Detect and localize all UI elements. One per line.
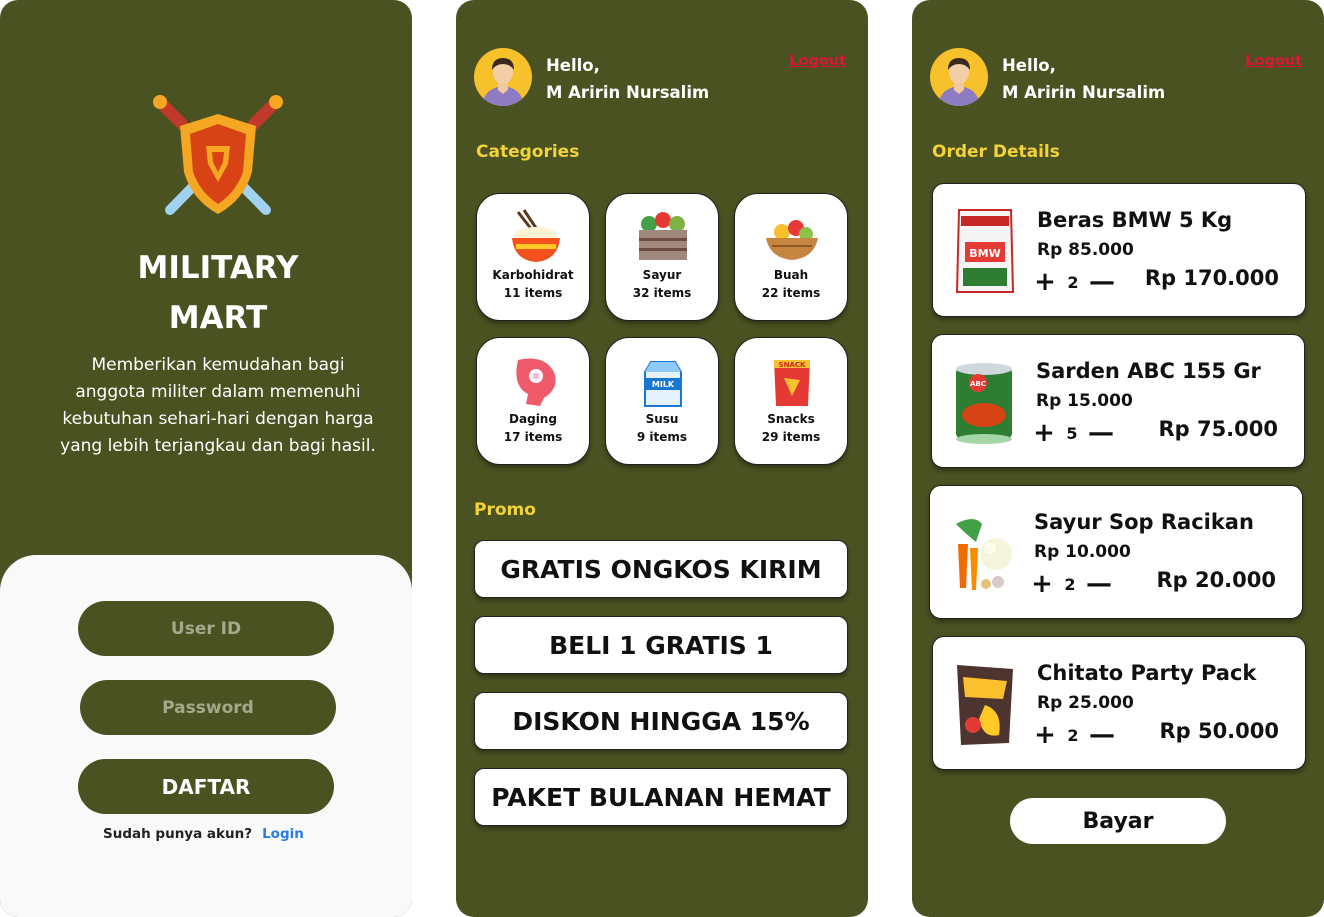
category-buah[interactable]: Buah 22 items: [734, 193, 848, 321]
hello-text: Hello,: [1002, 56, 1056, 75]
category-susu[interactable]: MILK Susu 9 items: [605, 337, 719, 465]
category-name: Karbohidrat: [492, 268, 574, 282]
category-daging[interactable]: Daging 17 items: [476, 337, 590, 465]
category-name: Daging: [509, 412, 557, 426]
quantity-value: 2: [1067, 272, 1079, 292]
product-name: Sayur Sop Racikan: [1034, 510, 1254, 534]
quantity-value: 5: [1066, 423, 1078, 443]
login-link[interactable]: Login: [262, 826, 304, 842]
order-item: BMW Beras BMW 5 Kg Rp 85.000 + 2 — Rp 17…: [932, 183, 1306, 317]
brand-title-line2: MART: [168, 300, 268, 336]
rice-sack-icon: BMW: [955, 209, 1015, 293]
category-snacks[interactable]: SNACK Snacks 29 items: [734, 337, 848, 465]
avatar[interactable]: [474, 48, 532, 106]
home-screen: Hello, M Aririn Nursalim Logout Categori…: [456, 0, 868, 917]
minus-button[interactable]: —: [1089, 721, 1115, 749]
category-name: Susu: [645, 412, 679, 426]
user-name: M Aririn Nursalim: [546, 83, 710, 102]
promo-beli-1-gratis-1[interactable]: BELI 1 GRATIS 1: [474, 616, 848, 674]
hello-text: Hello,: [546, 56, 600, 75]
category-count: 17 items: [503, 430, 563, 444]
category-count: 11 items: [503, 286, 563, 300]
user-avatar-icon: [938, 58, 980, 106]
avatar[interactable]: [930, 48, 988, 106]
quantity-stepper: + 2 —: [1033, 268, 1115, 296]
category-sayur[interactable]: Sayur 32 items: [605, 193, 719, 321]
fruit-basket-icon: [766, 220, 818, 260]
logout-link[interactable]: Logout: [789, 53, 846, 69]
tagline: Memberikan kemudahan bagi anggota milite…: [60, 355, 376, 456]
order-screen: Hello, M Aririn Nursalim Logout Order De…: [912, 0, 1324, 917]
user-avatar-icon: [482, 58, 524, 106]
svg-text:BMW: BMW: [969, 247, 1000, 260]
product-name: Chitato Party Pack: [1037, 661, 1257, 685]
product-name: Beras BMW 5 Kg: [1037, 208, 1233, 232]
product-price: Rp 85.000: [1037, 240, 1134, 260]
promo-diskon[interactable]: DISKON HINGGA 15%: [474, 692, 848, 750]
user-name: M Aririn Nursalim: [1002, 83, 1166, 102]
svg-text:SNACK: SNACK: [779, 361, 806, 369]
quantity-stepper: + 5 —: [1032, 419, 1114, 447]
logout-link[interactable]: Logout: [1245, 53, 1302, 69]
plus-button[interactable]: +: [1032, 419, 1056, 447]
brand-title-line1: MILITARY: [137, 250, 299, 286]
line-total: Rp 50.000: [1159, 719, 1279, 743]
shield-swords-logo-icon: [153, 95, 283, 215]
password-input[interactable]: Password: [80, 680, 336, 735]
user-id-input[interactable]: User ID: [78, 601, 334, 656]
category-count: 32 items: [632, 286, 692, 300]
quantity-value: 2: [1067, 725, 1079, 745]
daftar-button[interactable]: DAFTAR: [78, 759, 334, 814]
line-total: Rp 20.000: [1156, 568, 1276, 592]
product-price: Rp 10.000: [1034, 542, 1131, 562]
quantity-value: 2: [1064, 574, 1076, 594]
categories-title: Categories: [476, 142, 580, 162]
category-count: 29 items: [761, 430, 821, 444]
order-item: ABC Sarden ABC 155 Gr Rp 15.000 + 5 — Rp…: [931, 334, 1305, 468]
meat-icon: [516, 358, 556, 406]
category-count: 9 items: [636, 430, 688, 444]
have-account-text: Sudah punya akun?: [103, 826, 253, 842]
minus-button[interactable]: —: [1089, 268, 1115, 296]
category-name: Sayur: [642, 268, 682, 282]
order-item: Chitato Party Pack Rp 25.000 + 2 — Rp 50…: [932, 636, 1306, 770]
minus-button[interactable]: —: [1086, 570, 1112, 598]
category-count: 22 items: [761, 286, 821, 300]
product-price: Rp 25.000: [1037, 693, 1134, 713]
greeting: Hello, M Aririn Nursalim: [546, 52, 709, 106]
login-screen: MILITARY MART Memberikan kemudahan bagi …: [0, 0, 412, 917]
login-form-card: User ID Password DAFTAR: [0, 555, 412, 917]
quantity-stepper: + 2 —: [1030, 570, 1112, 598]
promo-title: Promo: [474, 500, 536, 520]
greeting: Hello, M Aririn Nursalim: [1002, 52, 1165, 106]
category-karbohidrat[interactable]: Karbohidrat 11 items: [476, 193, 590, 321]
snack-bag-icon: SNACK: [774, 360, 810, 406]
promo-paket-bulanan[interactable]: PAKET BULANAN HEMAT: [474, 768, 848, 826]
sardine-can-icon: ABC: [956, 363, 1012, 444]
quantity-stepper: + 2 —: [1033, 721, 1115, 749]
product-name: Sarden ABC 155 Gr: [1036, 359, 1261, 383]
category-name: Buah: [773, 268, 809, 282]
product-price: Rp 15.000: [1036, 391, 1133, 411]
svg-text:MILK: MILK: [652, 380, 675, 389]
vegetable-crate-icon: [639, 212, 687, 260]
bayar-button[interactable]: Bayar: [1010, 798, 1226, 844]
plus-button[interactable]: +: [1033, 268, 1057, 296]
category-name: Snacks: [767, 412, 815, 426]
svg-text:ABC: ABC: [970, 380, 986, 388]
plus-button[interactable]: +: [1033, 721, 1057, 749]
rice-bowl-icon: [512, 209, 560, 262]
order-item: Sayur Sop Racikan Rp 10.000 + 2 — Rp 20.…: [929, 485, 1303, 619]
chips-bag-icon: [957, 665, 1013, 745]
plus-button[interactable]: +: [1030, 570, 1054, 598]
order-details-title: Order Details: [932, 142, 1060, 162]
minus-button[interactable]: —: [1088, 419, 1114, 447]
line-total: Rp 75.000: [1158, 417, 1278, 441]
promo-gratis-ongkir[interactable]: GRATIS ONGKOS KIRIM: [474, 540, 848, 598]
line-total: Rp 170.000: [1144, 266, 1279, 290]
vegetables-icon: [956, 519, 1012, 590]
login-prompt: Sudah punya akun? Login: [103, 826, 304, 842]
milk-carton-icon: MILK: [644, 361, 682, 407]
